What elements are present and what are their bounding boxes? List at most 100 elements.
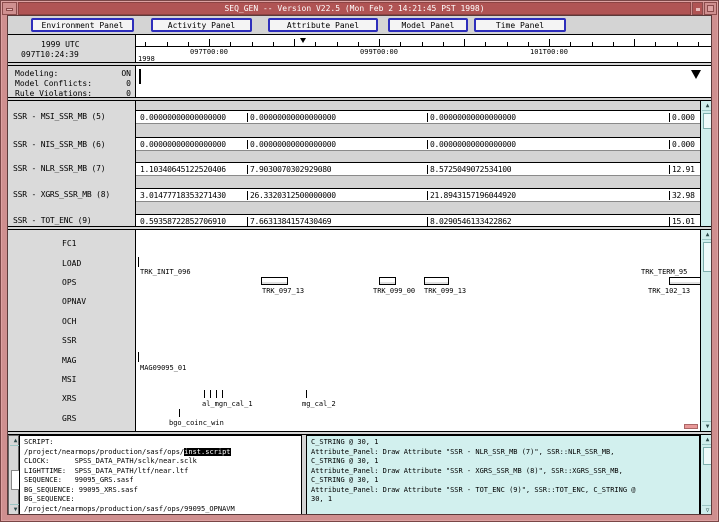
ruler-tick — [613, 42, 614, 46]
attribute-value: 0.00000000000000000 — [140, 140, 226, 149]
window-menu-button[interactable] — [2, 2, 17, 15]
ruler-tick — [698, 42, 699, 46]
script-path-line: /project/nearmops/production/sasf/ops/in… — [24, 448, 301, 458]
scroll-up-icon[interactable]: ▲ — [702, 101, 712, 111]
ops-activity-box[interactable] — [424, 277, 449, 285]
attribute-value: 8.5725049072534100 — [427, 165, 511, 174]
xrs-event-tick[interactable] — [210, 390, 211, 398]
attribute-rows-section: SSR - MSI_SSR_MB (5) SSR - NIS_SSR_MB (6… — [8, 100, 712, 227]
window-maximize-button[interactable] — [704, 2, 717, 15]
activity-timeline-section: FC1LOADOPSOPNAVOCHSSRMAGMSIXRSGRS TRK_IN… — [8, 229, 712, 432]
activity-panel-button[interactable]: Activity Panel — [151, 18, 252, 32]
mag-event-tick[interactable] — [138, 352, 139, 362]
attribute-value: 0.00000000000000000 — [247, 113, 336, 122]
grs-event-tick[interactable] — [179, 409, 180, 417]
window-title: SEQ_GEN -- Version V22.5 (Mon Feb 2 14:2… — [18, 2, 691, 15]
grs-event-label: bgo_coinc_win — [169, 419, 224, 427]
ops-activity-label: TRK_099_13 — [424, 287, 466, 295]
window-menu-icon — [6, 8, 13, 11]
modeling-status-section: Modeling: ON Model Conflicts: 0 Rule Vio… — [8, 65, 712, 98]
modeling-status-legend: Modeling: ON Model Conflicts: 0 Rule Vio… — [8, 66, 136, 97]
attribute-value: 0.00000000000000000 — [247, 140, 336, 149]
log-line: Attribute_Panel: Draw Attribute "SSR - X… — [311, 467, 699, 477]
window-minimize-button[interactable] — [692, 2, 703, 15]
attribute-labels: SSR - MSI_SSR_MB (5) SSR - NIS_SSR_MB (6… — [8, 101, 136, 226]
xrs-event-tick[interactable] — [204, 390, 205, 398]
ruler-tick — [167, 42, 168, 46]
conflict-track — [136, 66, 712, 97]
load-event-label: TRK_INIT_096 — [140, 268, 191, 276]
ruler-tick-label: 099T00:00 — [360, 48, 398, 56]
xrs-event-tick[interactable] — [216, 390, 217, 398]
time-ruler-legend: 1999 UTC 097T10:24:39 — [8, 35, 136, 62]
attribute-value-band[interactable]: 0.00000000000000000 0.00000000000000000 … — [136, 137, 700, 151]
maximize-icon — [707, 5, 714, 12]
attribute-value-band[interactable]: 3.01477718353271430 26.3320312500000000 … — [136, 188, 700, 202]
scroll-up-icon[interactable]: ▲ — [702, 435, 712, 445]
script-label: SCRIPT: — [24, 438, 301, 448]
log-line: C_STRING @ 30, 1 — [311, 438, 699, 448]
attribute-value: 0.000 — [669, 113, 695, 122]
ops-activity-box[interactable] — [669, 277, 700, 285]
ruler-tick — [528, 42, 529, 46]
time-ruler[interactable]: 097T00:00 099T00:00 101T00:00 1998 — [136, 35, 712, 62]
ruler-baseline — [136, 46, 712, 47]
attribute-value: 12.91 — [669, 165, 695, 174]
timeline-scroll-thumb[interactable] — [703, 242, 712, 272]
modeling-label: Modeling: — [15, 69, 58, 78]
ruler-tick — [252, 42, 253, 46]
conflicts-label: Model Conflicts: — [15, 79, 92, 88]
ruler-tick — [358, 42, 359, 46]
violations-row: Rule Violations: 0 — [15, 89, 131, 98]
load-event-label: TRK_TERM_95 — [641, 268, 687, 276]
timeline-row-label: SSR — [62, 331, 135, 350]
timeline-row-label: GRS — [62, 409, 135, 428]
timeline-row-label: MSI — [62, 370, 135, 389]
attribute-value: 32.98 — [669, 191, 695, 200]
ruler-tick — [570, 42, 571, 46]
attributes-scrollbar[interactable]: ▲ — [700, 101, 712, 226]
sequence-line: SEQUENCE: 99095_GRS.sasf — [24, 476, 301, 486]
bg-sequence2-path: /project/nearmops/production/sasf/ops/99… — [24, 505, 301, 515]
scroll-up-icon[interactable]: ▲ — [702, 230, 712, 240]
environment-panel-button[interactable]: Environment Panel — [31, 18, 134, 32]
load-event-tick[interactable] — [138, 257, 139, 267]
ruler-tick-label: 101T00:00 — [530, 48, 568, 56]
timeline-plot[interactable]: TRK_INIT_096 TRK_TERM_95 TRK_097_13 TRK_… — [136, 230, 700, 431]
timeline-row-label: LOAD — [62, 253, 135, 272]
log-scroll-thumb[interactable] — [703, 447, 712, 465]
timeline-resize-grip[interactable] — [684, 424, 698, 429]
model-panel-button[interactable]: Model Panel — [388, 18, 468, 32]
attribute-value-band[interactable]: 1.10340645122520406 7.9030070302929080 8… — [136, 162, 700, 176]
xrs-event-tick[interactable] — [222, 390, 223, 398]
attribute-value-band[interactable]: 0.00000000000000000 0.00000000000000000 … — [136, 110, 700, 124]
time-panel-button[interactable]: Time Panel — [474, 18, 566, 32]
attribute-value-band[interactable]: 0.59358722852706910 7.6631384157430469 8… — [136, 214, 700, 226]
xrs-event-tick[interactable] — [306, 390, 307, 398]
timeline-row-label: OCH — [62, 312, 135, 331]
timeline-row-labels: FC1LOADOPSOPNAVOCHSSRMAGMSIXRSGRS — [8, 230, 136, 431]
ops-activity-box[interactable] — [379, 277, 396, 285]
ops-activity-label: TRK_097_13 — [262, 287, 304, 295]
time-ruler-section: 1999 UTC 097T10:24:39 097T00:00 099T00:0… — [8, 34, 712, 63]
scroll-down-icon[interactable]: ▽ — [702, 505, 712, 515]
log-console[interactable]: C_STRING @ 30, 1 Attribute_Panel: Draw At… — [306, 435, 700, 515]
attributes-scroll-thumb[interactable] — [703, 113, 712, 129]
ruler-tick — [209, 39, 210, 46]
script-console-scrollbar[interactable]: ▲ ▼ — [8, 435, 19, 515]
cursor-caret-icon[interactable] — [300, 38, 306, 43]
attribute-panel-button[interactable]: Attribute Panel — [268, 18, 378, 32]
ruler-tick — [145, 42, 146, 46]
log-console-scrollbar[interactable]: ▲ ▽ — [700, 435, 712, 515]
scroll-down-icon[interactable]: ▼ — [702, 421, 712, 431]
ruler-tick — [592, 42, 593, 46]
timeline-scrollbar[interactable]: ▲ ▼ — [700, 230, 712, 431]
timeline-row-label: OPNAV — [62, 292, 135, 311]
ruler-tick — [294, 39, 295, 46]
ops-activity-box[interactable] — [261, 277, 288, 285]
xrs-event-label: mg_cal_2 — [302, 400, 336, 408]
script-name-highlighted[interactable]: inst.script — [184, 448, 230, 456]
end-marker-icon[interactable] — [691, 70, 701, 79]
timeline-row-label: FC1 — [62, 234, 135, 253]
script-console[interactable]: SCRIPT: /project/nearmops/production/sas… — [19, 435, 302, 515]
